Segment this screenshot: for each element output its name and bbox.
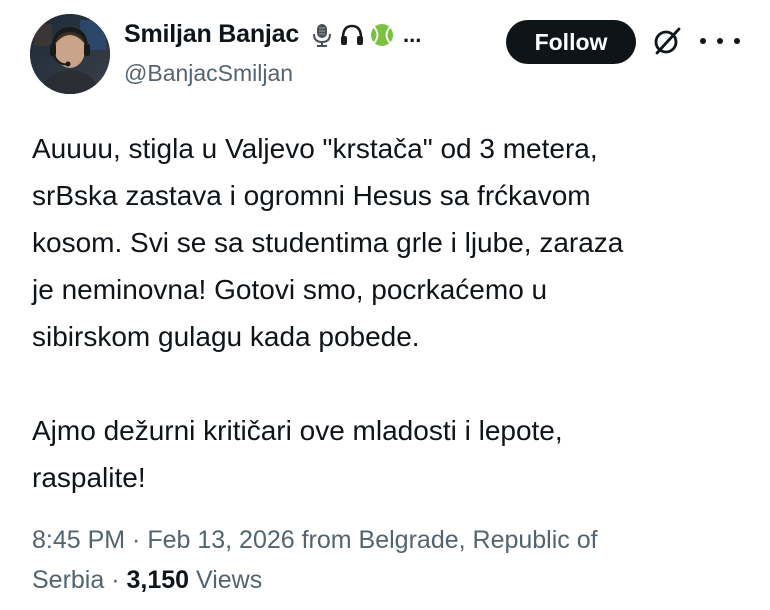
post-line: kosom. Svi se sa studentima grle i ljube… [32,227,624,258]
author-handle[interactable]: @BanjacSmiljan [124,60,293,87]
profile-badges: ... [309,22,421,48]
more-icon[interactable] [700,28,740,54]
post-line: srBska zastava i ogromni Hesus sa frćkav… [32,180,591,211]
location-tail: Serbia · [32,566,127,594]
name-overflow-ellipsis: ... [403,21,422,47]
post-timestamp-location[interactable]: 8:45 PM · Feb 13, 2026 from Belgrade, Re… [32,520,752,560]
post-line: raspalite! [32,462,146,493]
grok-icon[interactable] [650,24,684,58]
headphones-icon [339,22,365,48]
post-meta: 8:45 PM · Feb 13, 2026 from Belgrade, Re… [32,520,752,600]
post-text: Auuuu, stigla u Valjevo "krstača" od 3 m… [32,125,752,501]
views-label: Views [189,566,263,594]
follow-button[interactable]: Follow [506,20,636,64]
post-line: je neminovna! Gotovi smo, pocrkaćemo u [32,274,548,305]
avatar[interactable] [30,14,110,94]
post-paragraph-2: Ajmo dežurni kritičari ove mladosti i le… [32,407,752,501]
more-dot [717,38,723,44]
tennis-ball-icon [369,22,395,48]
views-count[interactable]: 3,150 [126,566,189,594]
more-dot [734,38,740,44]
tweet-card: Smiljan Banjac ... @BanjacSmiljan Follow… [0,0,770,610]
author-name-row: Smiljan Banjac ... [124,20,421,49]
post-line: Auuuu, stigla u Valjevo "krstača" od 3 m… [32,133,598,164]
author-display-name[interactable]: Smiljan Banjac [124,20,299,49]
microphone-icon [309,22,335,48]
post-line: sibirskom gulagu kada pobede. [32,321,420,352]
more-dot [700,38,706,44]
post-views-line: Serbia · 3,150 Views [32,560,752,600]
post-line: Ajmo dežurni kritičari ove mladosti i le… [32,415,563,446]
post-paragraph-1: Auuuu, stigla u Valjevo "krstača" od 3 m… [32,125,752,360]
